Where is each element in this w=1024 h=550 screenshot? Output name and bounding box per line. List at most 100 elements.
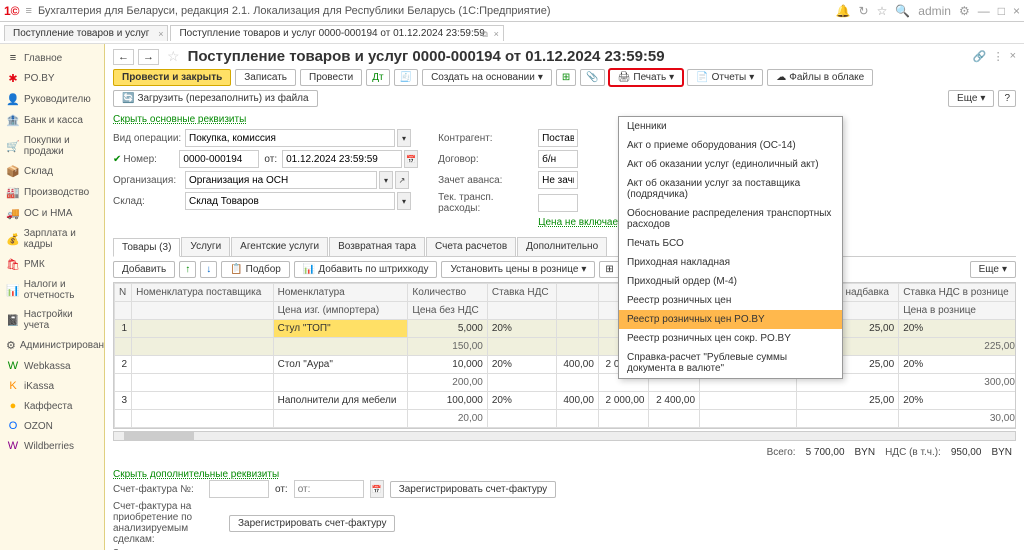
menu-icon[interactable]: ≡ — [26, 5, 32, 17]
move-up-icon[interactable]: ↑ — [179, 261, 196, 278]
dt-icon[interactable]: Дт — [366, 69, 389, 86]
sidebar-item[interactable]: 🏦Банк и касса — [0, 110, 104, 131]
hide-extra-link[interactable]: Скрыть дополнительные реквизиты — [113, 469, 279, 480]
post-button[interactable]: Провести — [300, 69, 362, 86]
search-icon[interactable]: 🔍 — [895, 4, 910, 18]
print-menu-item[interactable]: Приходная накладная — [619, 253, 842, 272]
number-field[interactable] — [179, 150, 259, 168]
reports-button[interactable]: 📄 Отчеты ▾ — [687, 69, 763, 86]
add-barcode-button[interactable]: 📊 Добавить по штрихкоду — [294, 261, 438, 278]
bell-icon[interactable]: 🔔 — [836, 4, 851, 18]
horizontal-scrollbar[interactable] — [113, 431, 1016, 441]
sidebar-item[interactable]: ●Каффеста — [0, 396, 104, 416]
sub-tab[interactable]: Возвратная тара — [329, 237, 425, 256]
load-file-button[interactable]: 🔄 Загрузить (перезаполнить) из файла — [113, 90, 318, 107]
help-button[interactable]: ? — [998, 90, 1016, 107]
sidebar-item[interactable]: 📦Склад — [0, 161, 104, 182]
warehouse-field[interactable] — [185, 192, 395, 210]
table-row[interactable]: 3Наполнители для мебели100,00020%400,002… — [115, 392, 1017, 410]
sub-tab[interactable]: Счета расчетов — [426, 237, 516, 256]
back-button[interactable]: ← — [113, 49, 134, 65]
open-icon[interactable]: ↗ — [395, 171, 409, 189]
excel-icon[interactable]: ⊞ — [556, 69, 576, 86]
maximize-icon[interactable]: □ — [998, 4, 1005, 18]
sidebar-item[interactable]: 📊Налоги и отчетность — [0, 275, 104, 305]
calendar-icon[interactable]: 📅 — [370, 480, 384, 498]
sidebar-item[interactable]: 💰Зарплата и кадры — [0, 224, 104, 254]
col-header[interactable]: Ставка НДС в рознице — [899, 284, 1016, 302]
col-header[interactable]: Номенклатура — [273, 284, 408, 302]
star-icon[interactable]: ☆ — [877, 4, 888, 18]
print-menu-item[interactable]: Реестр розничных цен — [619, 291, 842, 310]
post-close-button[interactable]: Провести и закрыть — [113, 69, 231, 86]
register-sf-acq-button[interactable]: Зарегистрировать счет-фактуру — [229, 515, 395, 532]
tab-0[interactable]: Поступление товаров и услуг× — [4, 25, 168, 41]
close-icon[interactable]: × — [494, 29, 499, 39]
print-menu-item[interactable]: Приходный ордер (М-4) — [619, 272, 842, 291]
table-subrow[interactable]: 150,00225,00 — [115, 338, 1017, 356]
col-header[interactable]: Ставка НДС — [487, 284, 556, 302]
op-type-field[interactable] — [185, 129, 395, 147]
date-field[interactable] — [282, 150, 402, 168]
calendar-icon[interactable]: 📅 — [404, 150, 418, 168]
print-menu-item[interactable]: Акт о приеме оборудования (ОС-14) — [619, 136, 842, 155]
transport-field[interactable] — [538, 194, 578, 212]
write-button[interactable]: Записать — [235, 69, 296, 86]
table-subrow[interactable]: 20,0030,00 — [115, 410, 1017, 428]
duplicate-icon[interactable]: ⧉ — [481, 29, 487, 40]
table-row[interactable]: 2Стол "Аура"10,00020%400,002 000,002 400… — [115, 356, 1017, 374]
org-field[interactable] — [185, 171, 377, 189]
table-row[interactable]: 1Стул "ТОП"5,00020%25,0020%1 1 — [115, 320, 1017, 338]
print-menu-item[interactable]: Акт об оказании услуг (единоличный акт) — [619, 155, 842, 174]
table-subrow[interactable]: 200,00300,00 — [115, 374, 1017, 392]
print-menu-item[interactable]: Ценники — [619, 117, 842, 136]
favorite-icon[interactable]: ☆ — [167, 48, 180, 65]
dropdown-icon[interactable]: ▾ — [397, 192, 411, 210]
col-header[interactable]: Номенклатура поставщика — [132, 284, 274, 302]
contract-field[interactable] — [538, 150, 578, 168]
print-menu-item[interactable]: Справка-расчет "Рублевые суммы документа… — [619, 348, 842, 378]
sidebar-item[interactable]: ≡Главное — [0, 48, 104, 68]
sidebar-item[interactable]: 📓Настройки учета — [0, 305, 104, 335]
structure-icon[interactable]: 🧾 — [394, 69, 418, 86]
move-down-icon[interactable]: ↓ — [200, 261, 217, 278]
sheet-icon[interactable]: ⊞ — [599, 261, 619, 278]
close-doc-icon[interactable]: × — [1010, 50, 1016, 63]
print-menu-item[interactable]: Акт об оказании услуг за поставщика (под… — [619, 174, 842, 204]
tab-1[interactable]: Поступление товаров и услуг 0000-000194 … — [170, 25, 503, 41]
sidebar-item[interactable]: ⚙Администрирование — [0, 335, 104, 356]
register-sf-button[interactable]: Зарегистрировать счет-фактуру — [390, 481, 556, 498]
sidebar-item[interactable]: 🛍РМК — [0, 254, 104, 275]
attach-icon[interactable]: 📎 — [580, 69, 604, 86]
sub-tab[interactable]: Агентские услуги — [231, 237, 328, 256]
create-based-button[interactable]: Создать на основании ▾ — [422, 69, 552, 86]
sidebar-item[interactable]: 🛒Покупки и продажи — [0, 131, 104, 161]
sub-tab[interactable]: Товары (3) — [113, 238, 180, 257]
sidebar-item[interactable]: ✱PO.BY — [0, 68, 104, 89]
settings-icon[interactable]: ⚙ — [959, 4, 970, 18]
sidebar-item[interactable]: 🏭Производство — [0, 182, 104, 203]
print-menu-item[interactable]: Реестр розничных цен сокр. PO.BY — [619, 329, 842, 348]
hide-main-fields-link[interactable]: Скрыть основные реквизиты — [113, 114, 246, 125]
sf-date-field[interactable] — [294, 480, 364, 498]
print-menu-item[interactable]: Реестр розничных цен PO.BY — [619, 310, 842, 329]
sidebar-item[interactable]: 👤Руководителю — [0, 89, 104, 110]
set-retail-prices-button[interactable]: Установить цены в рознице ▾ — [441, 261, 595, 278]
sf-number-field[interactable] — [209, 480, 269, 498]
more-button[interactable]: Еще ▾ — [948, 90, 994, 107]
history-icon[interactable]: ↻ — [859, 4, 869, 18]
sidebar-item[interactable]: WWildberries — [0, 436, 104, 456]
sidebar-item[interactable]: OOZON — [0, 416, 104, 436]
counterparty-field[interactable] — [538, 129, 578, 147]
kebab-icon[interactable]: ⋮ — [993, 50, 1004, 63]
print-menu-item[interactable]: Печать БСО — [619, 234, 842, 253]
sidebar-item[interactable]: KiKassa — [0, 376, 104, 396]
minimize-icon[interactable]: — — [978, 4, 990, 18]
dropdown-icon[interactable]: ▾ — [397, 129, 411, 147]
dropdown-icon[interactable]: ▾ — [379, 171, 393, 189]
close-icon[interactable]: × — [158, 29, 163, 39]
sub-tab[interactable]: Дополнительно — [517, 237, 607, 256]
col-header[interactable] — [557, 284, 599, 302]
add-row-button[interactable]: Добавить — [113, 261, 175, 278]
link-icon[interactable]: 🔗 — [973, 50, 987, 63]
